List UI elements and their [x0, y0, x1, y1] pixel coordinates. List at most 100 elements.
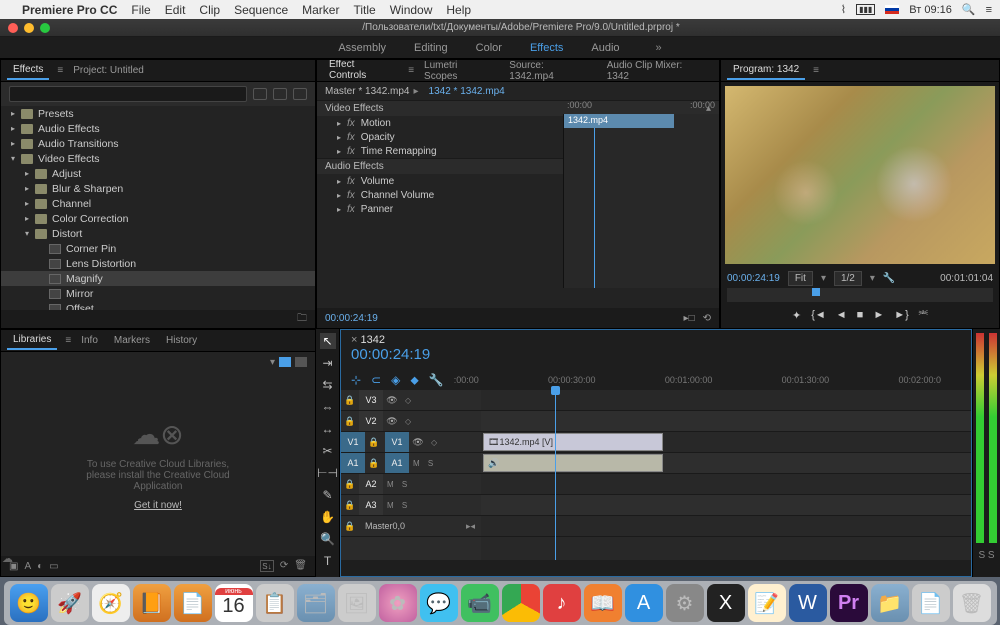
workspace-assembly[interactable]: Assembly	[338, 42, 386, 54]
folder-audio-effects[interactable]: ▸Audio Effects	[1, 121, 315, 136]
program-fit-dropdown[interactable]: Fit	[788, 271, 813, 286]
step-back-button[interactable]: ◄	[836, 309, 847, 321]
ec-timecode[interactable]: 00:00:24:19	[325, 313, 378, 324]
tab-effects[interactable]: Effects	[7, 61, 49, 80]
ec-loop-icon[interactable]: ⟲	[703, 313, 711, 324]
timeline-timecode[interactable]: 00:00:24:19	[351, 346, 961, 363]
effects-search-input[interactable]	[9, 86, 247, 102]
spotlight-icon[interactable]: 🔍	[962, 3, 976, 16]
dock-safari[interactable]: 🧭	[92, 584, 130, 622]
dock-folder[interactable]: 🗂	[297, 584, 335, 622]
lock-icon[interactable]: 🔒	[341, 416, 359, 427]
folder-distort[interactable]: ▾Distort	[1, 226, 315, 241]
track-v1-target[interactable]: V1	[385, 432, 409, 452]
folder-channel[interactable]: ▸Channel	[1, 196, 315, 211]
menu-help[interactable]: Help	[446, 3, 471, 17]
effect-lens-distortion[interactable]: Lens Distortion	[1, 256, 315, 271]
program-playhead[interactable]	[812, 288, 820, 296]
ec-clip-bar[interactable]: 1342.mp4	[564, 114, 674, 128]
folder-presets[interactable]: ▸Presets	[1, 106, 315, 121]
toggle-track-output-icon[interactable]: 👁	[409, 437, 427, 448]
workspace-color[interactable]: Color	[476, 42, 502, 54]
lock-icon[interactable]: 🔒	[365, 458, 383, 469]
track-v3[interactable]: V3	[359, 390, 383, 410]
effects-filter-icon-1[interactable]	[253, 88, 267, 100]
dock-system-preferences[interactable]: ⚙	[666, 584, 704, 622]
audio-clip[interactable]: 🔊	[483, 454, 663, 472]
track-select-tool[interactable]: ⇥	[320, 355, 336, 371]
effects-filter-icon-2[interactable]	[273, 88, 287, 100]
ec-time-remapping[interactable]: Time Remapping	[361, 146, 437, 157]
lock-icon[interactable]: 🔒	[341, 521, 359, 532]
toggle-track-output-icon[interactable]: 👁	[383, 416, 401, 427]
folder-video-effects[interactable]: ▾Video Effects	[1, 151, 315, 166]
tab-lumetri-scopes[interactable]: Lumetri Scopes	[418, 59, 499, 85]
panel-menu-icon[interactable]: ≡	[57, 65, 63, 76]
dock-preview[interactable]: 🖼	[338, 584, 376, 622]
input-language-icon[interactable]	[885, 5, 899, 14]
ec-panner[interactable]: Panner	[361, 204, 393, 215]
tab-libraries[interactable]: Libraries	[7, 331, 57, 350]
effect-magnify[interactable]: Magnify	[1, 271, 315, 286]
razor-tool[interactable]: ✂	[320, 443, 336, 459]
folder-adjust[interactable]: ▸Adjust	[1, 166, 315, 181]
app-name[interactable]: Premiere Pro CC	[22, 3, 117, 17]
ripple-edit-tool[interactable]: ⇆	[320, 377, 336, 393]
ec-opacity[interactable]: Opacity	[361, 132, 395, 143]
selection-tool[interactable]: ↖	[320, 333, 336, 349]
timeline-track-area[interactable]: 🎞 1342.mp4 [V] 🔊	[481, 390, 971, 560]
add-marker-icon[interactable]: ◈	[391, 373, 400, 387]
mark-in-button[interactable]: {◄	[811, 309, 826, 321]
clock[interactable]: Вт 09:16	[909, 4, 952, 16]
library-dropdown[interactable]: ▾	[270, 357, 275, 368]
workspace-overflow-button[interactable]: »	[656, 42, 662, 54]
workspace-effects[interactable]: Effects	[530, 42, 563, 54]
ec-toggle-icon[interactable]: ▸□	[684, 313, 695, 324]
dock-downloads[interactable]: 📁	[871, 584, 909, 622]
tab-program[interactable]: Program: 1342	[727, 61, 805, 80]
dock-notes[interactable]: 📋	[256, 584, 294, 622]
dock-messages[interactable]: 💬	[420, 584, 458, 622]
notifications-icon[interactable]: ≡	[986, 4, 992, 16]
track-a1-source[interactable]: A1	[341, 453, 365, 473]
dock-launchpad[interactable]: 🚀	[51, 584, 89, 622]
settings-icon[interactable]: 🔧	[883, 273, 895, 284]
panel-menu-icon[interactable]: ≡	[65, 335, 71, 346]
track-controls[interactable]: M S	[409, 459, 481, 468]
ec-motion[interactable]: Motion	[361, 118, 391, 129]
lock-icon[interactable]: 🔒	[341, 500, 359, 511]
get-it-now-link[interactable]: Get it now!	[134, 500, 182, 511]
dock-notes-app[interactable]: 📝	[748, 584, 786, 622]
lock-icon[interactable]: 🔒	[341, 479, 359, 490]
step-forward-button[interactable]: ►	[873, 309, 884, 321]
folder-audio-transitions[interactable]: ▸Audio Transitions	[1, 136, 315, 151]
tab-source[interactable]: Source: 1342.mp4	[503, 59, 596, 85]
dock-itunes[interactable]: ♪	[543, 584, 581, 622]
dock-word[interactable]: W	[789, 584, 827, 622]
ec-clip-label[interactable]: 1342 * 1342.mp4	[429, 86, 505, 97]
ec-playhead[interactable]	[594, 128, 595, 288]
rolling-edit-tool[interactable]: ⇔	[320, 399, 336, 415]
effects-tree[interactable]: ▸Presets▸Audio Effects▸Audio Transitions…	[1, 106, 315, 310]
dock-premiere[interactable]: Pr	[830, 584, 868, 622]
menu-sequence[interactable]: Sequence	[234, 3, 288, 17]
tab-markers[interactable]: Markers	[108, 332, 156, 349]
master-track[interactable]: Master	[359, 521, 393, 531]
program-preview[interactable]	[725, 86, 995, 264]
track-v2[interactable]: V2	[359, 411, 383, 431]
effect-corner-pin[interactable]: Corner Pin	[1, 241, 315, 256]
menu-edit[interactable]: Edit	[165, 3, 186, 17]
folder-color-correction[interactable]: ▸Color Correction	[1, 211, 315, 226]
effect-offset[interactable]: Offset	[1, 301, 315, 310]
tab-project[interactable]: Project: Untitled	[67, 62, 150, 79]
mark-out-button[interactable]: ►}	[894, 309, 909, 321]
video-clip[interactable]: 🎞 1342.mp4 [V]	[483, 433, 663, 451]
dock-facetime[interactable]: 📹	[461, 584, 499, 622]
lock-icon[interactable]: 🔒	[341, 395, 359, 406]
ec-volume[interactable]: Volume	[361, 176, 394, 187]
dock-ibooks-author[interactable]: 📙	[133, 584, 171, 622]
pen-tool[interactable]: ✎	[320, 487, 336, 503]
new-bin-icon[interactable]: 🗀	[297, 311, 307, 328]
menu-marker[interactable]: Marker	[302, 3, 339, 17]
maximize-window-button[interactable]	[40, 23, 50, 33]
